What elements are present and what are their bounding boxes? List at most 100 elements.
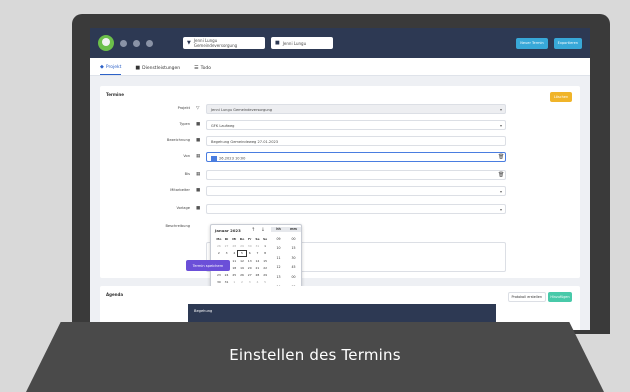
datepicker-day[interactable]: 26 [215,244,223,249]
hour-option[interactable]: 12 [271,265,286,270]
datepicker-day[interactable]: 4 [254,280,262,285]
datepicker-day[interactable]: 29 [238,244,246,249]
end-datetime-input[interactable] [206,170,506,180]
title-input[interactable]: Begehung Gemeindeweg 27.01.2023 [206,136,506,146]
new-appointment-button[interactable]: Neuer Termin [516,37,548,49]
datepicker-day[interactable]: 29 [261,273,269,278]
datepicker-day[interactable]: 7 [254,251,262,256]
user-select[interactable]: ■ Jenni Lungu [271,37,333,49]
hour-option[interactable]: 13 [271,275,286,280]
datepicker-day[interactable]: 30 [215,280,223,285]
datepicker-day[interactable]: 19 [238,266,246,271]
time-column-header: mm [286,227,301,232]
calendar-icon: ▦ [196,154,201,159]
datepicker-day[interactable]: 11 [230,259,238,264]
datepicker-day[interactable]: 30 [246,244,254,249]
field-label: Projekt [177,106,190,110]
datepicker-day[interactable]: 13 [246,259,254,264]
section-title: Agenda [106,292,124,297]
datepicker-day[interactable]: 31 [223,280,231,285]
trash-icon[interactable]: 🗑 [498,154,504,160]
tab-todo[interactable]: ☰ Todo [194,65,211,75]
weekday-label: Fr [248,237,252,241]
field-label: Von [183,154,190,158]
project-icon: ◆ [100,64,104,70]
add-button[interactable]: Hinzufügen [548,292,572,302]
create-protocol-button[interactable]: Protokoll erstellen [507,292,546,302]
weekday-label: Mi [232,237,237,241]
field-label: Mitarbeiter [170,188,190,192]
datepicker-day[interactable]: 22 [261,266,269,271]
chevron-down-icon: ▾ [499,123,502,128]
datepicker-day[interactable]: 12 [238,259,246,264]
minute-option[interactable]: 15 [286,246,301,251]
tab-label: Projekt [105,64,122,70]
datepicker-day[interactable]: 14 [254,259,262,264]
field-label: Vorlage [176,206,190,210]
datepicker-day[interactable]: 3 [246,280,254,285]
trash-icon[interactable]: 🗑 [498,172,504,178]
datepicker-day[interactable]: 2 [238,280,246,285]
datepicker-day[interactable]: 1 [230,280,238,285]
employee-select[interactable]: ▾ [206,186,506,196]
datepicker-day[interactable]: 1 [261,244,269,249]
project-select[interactable]: ▼ Jenni Lungu Gemeindeversorgung [183,37,265,49]
datepicker-day[interactable]: 8 [261,251,269,256]
datepicker-day[interactable]: 5 [237,250,247,258]
datepicker-day[interactable]: 27 [246,273,254,278]
export-button[interactable]: Exportieren [553,37,582,49]
datepicker-day[interactable]: 4 [230,251,238,256]
tab-projekt[interactable]: ◆ Projekt [100,64,122,75]
datepicker-month[interactable]: Januar 2023 [215,228,241,233]
datepicker-day[interactable]: 18 [230,266,238,271]
datepicker-day[interactable]: 25 [230,273,238,278]
datepicker-day[interactable]: 31 [254,244,262,249]
tab-label: Dienstleistungen [142,65,181,71]
todo-icon: ☰ [194,65,199,71]
form-row-mitarbeiter: Mitarbeiter ■ ▾ [100,186,580,196]
minute-option[interactable]: 30 [286,256,301,261]
save-appointment-button[interactable]: Termin speichern [186,260,230,271]
datepicker-day[interactable]: 28 [254,273,262,278]
datepicker-day[interactable]: 20 [246,266,254,271]
tab-dienstleistungen[interactable]: ■ Dienstleistungen [135,65,180,75]
datepicker-day[interactable]: 15 [261,259,269,264]
minute-option[interactable]: 45 [286,265,301,270]
header-dot-icon[interactable] [120,39,127,47]
caption: Einstellen des Termins [229,346,401,364]
chevron-down-icon: ▾ [499,107,502,112]
minute-option[interactable]: 00 [286,275,301,280]
datepicker-nav-icon[interactable]: ↑ ↓ [251,227,267,233]
delete-button[interactable]: Löschen [550,92,572,102]
hour-option[interactable]: 10 [271,246,286,251]
datepicker-day[interactable]: 5 [261,280,269,285]
header-dot-icon[interactable] [146,39,153,47]
datepicker-day[interactable]: 28 [230,244,238,249]
datepicker-day[interactable]: 26 [238,273,246,278]
start-datetime-input[interactable]: 26.2023 10:00 [206,152,506,162]
filter-icon: ▽ [196,106,200,111]
template-select[interactable]: ▾ [206,204,506,214]
appointment-form-panel: Termine Löschen Projekt ▽ Jenni Lungu Ge… [100,86,580,304]
hour-option[interactable]: 09 [271,237,286,242]
project-field[interactable]: Jenni Lungu Gemeindeversorgung ▾ [206,104,506,114]
datepicker-day[interactable]: 21 [254,266,262,271]
datepicker-day[interactable]: 6 [246,251,254,256]
field-value: Jenni Lungu Gemeindeversorgung [211,107,273,112]
minute-option[interactable]: 00 [286,237,301,242]
datepicker-day[interactable]: 2 [215,251,223,256]
datepicker-day[interactable]: 27 [223,244,231,249]
time-picker: hhmm090010151130124513001415 [271,227,301,290]
datepicker-day[interactable]: 23 [215,273,223,278]
type-select[interactable]: GFK Laufweg ▾ [206,120,506,130]
section-title: Termine [106,92,124,97]
hour-option[interactable]: 11 [271,256,286,261]
field-label: Typen [179,122,190,126]
field-value: Begehung Gemeindeweg 27.01.2023 [211,139,279,144]
chevron-down-icon: ▾ [499,189,502,194]
datepicker-day[interactable]: 24 [223,273,231,278]
header-dot-icon[interactable] [133,39,140,47]
app-header: ▼ Jenni Lungu Gemeindeversorgung ■ Jenni… [90,28,590,58]
field-label: Beschreibung [165,224,190,228]
datepicker-day[interactable]: 3 [223,251,231,256]
